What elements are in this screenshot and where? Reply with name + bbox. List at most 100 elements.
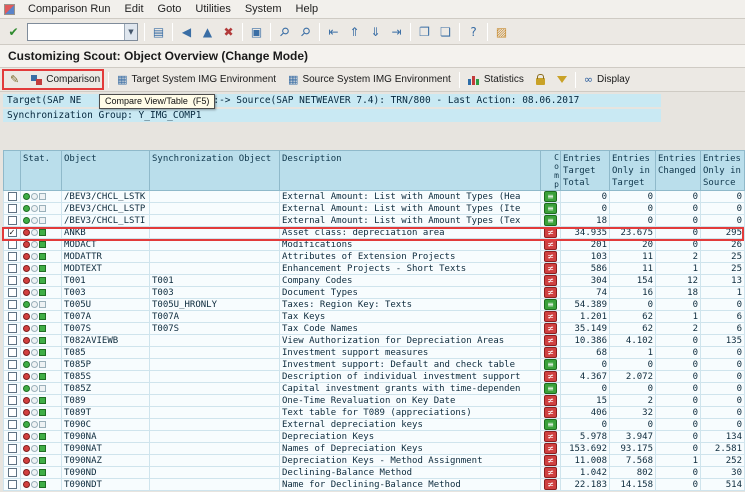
compare-result-button[interactable]: ≠: [544, 347, 557, 358]
compare-result-button[interactable]: ≡: [544, 359, 557, 370]
row-select-checkbox[interactable]: [8, 480, 17, 489]
entries-changed-cell: 0: [656, 419, 701, 431]
row-select-checkbox[interactable]: [8, 276, 17, 285]
row-select-checkbox[interactable]: [8, 252, 17, 261]
row-select-checkbox[interactable]: [8, 348, 17, 357]
row-select-checkbox[interactable]: [8, 312, 17, 321]
compare-result-button[interactable]: ≠: [544, 443, 557, 454]
compare-result-button[interactable]: ≠: [544, 275, 557, 286]
compare-result-button[interactable]: ≡: [544, 215, 557, 226]
compare-result-button[interactable]: ≠: [544, 251, 557, 262]
compare-result-button[interactable]: ≠: [544, 371, 557, 382]
compare-result-button[interactable]: ≡: [544, 299, 557, 310]
compare-result-button[interactable]: ≠: [544, 287, 557, 298]
first-page-button[interactable]: ⇤: [324, 22, 343, 42]
find-button[interactable]: ⚲: [275, 22, 294, 42]
row-select-checkbox[interactable]: [8, 300, 17, 309]
create-shortcut-button[interactable]: ❏: [436, 22, 455, 42]
header-entries-target-total[interactable]: Entries Target Total: [561, 151, 610, 191]
row-select-checkbox[interactable]: [8, 192, 17, 201]
row-select-checkbox[interactable]: [8, 324, 17, 333]
compare-result-button[interactable]: ≡: [544, 203, 557, 214]
help-button[interactable]: ?: [464, 22, 483, 42]
header-description[interactable]: Description: [280, 151, 541, 191]
new-session-button[interactable]: ❐: [415, 22, 434, 42]
menu-edit[interactable]: Edit: [118, 2, 151, 16]
compare-result-button[interactable]: ≠: [544, 263, 557, 274]
command-input[interactable]: [28, 25, 124, 39]
comparison-button[interactable]: Comparison: [25, 70, 106, 90]
row-select-checkbox[interactable]: [8, 240, 17, 249]
menu-goto[interactable]: Goto: [151, 2, 189, 16]
compare-equal-icon: ≡: [547, 385, 554, 393]
change-display-button[interactable]: ✎: [4, 70, 25, 90]
row-select-checkbox[interactable]: [8, 384, 17, 393]
back-button[interactable]: ◀: [177, 22, 196, 42]
compare-result-button[interactable]: ≡: [544, 191, 557, 202]
page-down-button[interactable]: ⇓: [366, 22, 385, 42]
row-select-checkbox[interactable]: ✓: [8, 228, 17, 237]
comp-cell: ≠: [541, 227, 561, 239]
header-entries-only-source[interactable]: Entries Only in Source: [701, 151, 745, 191]
page-up-button[interactable]: ⇑: [345, 22, 364, 42]
menu-system[interactable]: System: [238, 2, 289, 16]
print-button[interactable]: ▣: [247, 22, 266, 42]
customize-layout-button[interactable]: ▨: [492, 22, 511, 42]
compare-result-button[interactable]: ≠: [544, 227, 557, 238]
row-select-checkbox[interactable]: [8, 432, 17, 441]
entries-changed-cell: 0: [656, 359, 701, 371]
lock-button[interactable]: [530, 70, 551, 90]
entries-only-in-target-cell: 62: [610, 311, 656, 323]
row-select-checkbox[interactable]: [8, 372, 17, 381]
row-select-checkbox[interactable]: [8, 408, 17, 417]
row-select-checkbox[interactable]: [8, 216, 17, 225]
find-next-button[interactable]: ⚲: [296, 22, 315, 42]
compare-result-button[interactable]: ≠: [544, 467, 557, 478]
filter-button[interactable]: [551, 70, 573, 90]
sync-object-cell: T007A: [150, 311, 280, 323]
row-select-checkbox[interactable]: [8, 420, 17, 429]
row-select-checkbox[interactable]: [8, 336, 17, 345]
compare-result-button[interactable]: ≠: [544, 431, 557, 442]
last-page-button[interactable]: ⇥: [387, 22, 406, 42]
compare-result-button[interactable]: ≠: [544, 395, 557, 406]
back-icon: ◀: [182, 26, 191, 38]
header-comp[interactable]: Comp: [541, 151, 561, 191]
statistics-button[interactable]: Statistics: [462, 70, 530, 90]
menu-comparison-run[interactable]: Comparison Run: [21, 2, 118, 16]
cancel-button[interactable]: ✖: [219, 22, 238, 42]
command-dropdown-icon[interactable]: ▼: [124, 24, 137, 40]
compare-result-button[interactable]: ≠: [544, 239, 557, 250]
enter-button[interactable]: ✔: [4, 22, 23, 42]
row-select-checkbox[interactable]: [8, 396, 17, 405]
row-select-checkbox[interactable]: [8, 468, 17, 477]
header-stat[interactable]: Stat.: [21, 151, 62, 191]
compare-result-button[interactable]: ≡: [544, 383, 557, 394]
compare-result-button[interactable]: ≠: [544, 479, 557, 490]
menu-utilities[interactable]: Utilities: [188, 2, 237, 16]
row-select-checkbox[interactable]: [8, 288, 17, 297]
exit-button[interactable]: ▲: [198, 22, 217, 42]
header-entries-only-target[interactable]: Entries Only in Target: [610, 151, 656, 191]
display-button[interactable]: ∞Display: [578, 70, 636, 90]
compare-result-button[interactable]: ≠: [544, 455, 557, 466]
compare-result-button[interactable]: ≠: [544, 323, 557, 334]
compare-result-button[interactable]: ≠: [544, 407, 557, 418]
header-sync-object[interactable]: Synchronization Object: [150, 151, 280, 191]
table-row: /BEV3/CHCL_LSTIExternal Amount: List wit…: [4, 215, 745, 227]
row-select-checkbox[interactable]: [8, 204, 17, 213]
object-cell: T085P: [62, 359, 150, 371]
source-img-environment-button[interactable]: ▦Source System IMG Environment: [282, 70, 457, 90]
header-object[interactable]: Object: [62, 151, 150, 191]
save-button[interactable]: ▤: [149, 22, 168, 42]
menu-help[interactable]: Help: [289, 2, 326, 16]
row-select-checkbox[interactable]: [8, 264, 17, 273]
compare-result-button[interactable]: ≠: [544, 311, 557, 322]
row-select-checkbox[interactable]: [8, 360, 17, 369]
row-select-checkbox[interactable]: [8, 444, 17, 453]
row-select-checkbox[interactable]: [8, 456, 17, 465]
target-img-environment-button[interactable]: ▦Target System IMG Environment: [111, 70, 282, 90]
compare-result-button[interactable]: ≠: [544, 335, 557, 346]
header-entries-changed[interactable]: Entries Changed: [656, 151, 701, 191]
compare-result-button[interactable]: ≡: [544, 419, 557, 430]
